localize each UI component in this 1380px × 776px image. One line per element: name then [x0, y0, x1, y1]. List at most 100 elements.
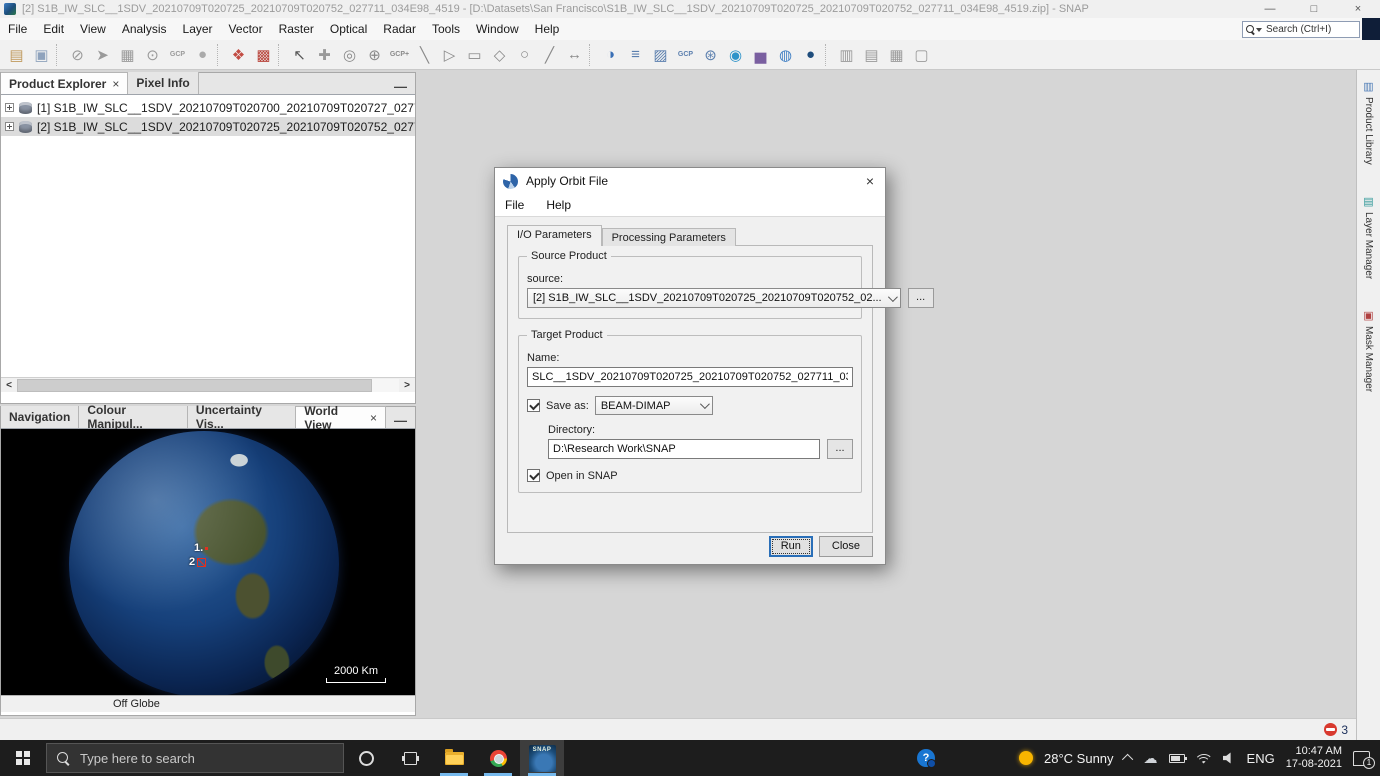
- geometry-overlay-icon[interactable]: ➤: [90, 43, 115, 67]
- product-library-tab[interactable]: ▥ Product Library: [1362, 80, 1375, 165]
- dialog-close-button[interactable]: ×: [855, 168, 885, 194]
- no-data-overlay-icon[interactable]: ⊘: [65, 43, 90, 67]
- scrollbar-thumb[interactable]: [17, 379, 372, 392]
- gcp-overlay-icon[interactable]: GCP: [165, 43, 190, 67]
- menu-item[interactable]: Tools: [424, 22, 468, 36]
- volume-icon[interactable]: [1223, 752, 1236, 764]
- wifi-icon[interactable]: [1196, 753, 1212, 764]
- save-as-checkbox[interactable]: [527, 399, 540, 412]
- expand-icon[interactable]: [5, 122, 14, 131]
- close-tab-icon[interactable]: ×: [370, 411, 377, 425]
- minimize-button[interactable]: —: [1248, 0, 1292, 18]
- tab-product-explorer[interactable]: Product Explorer ×: [1, 72, 128, 94]
- selection-tool-icon[interactable]: ↖: [287, 43, 312, 67]
- cortana-button[interactable]: [344, 740, 388, 776]
- scroll-left-icon[interactable]: <: [1, 380, 17, 391]
- histogram-icon[interactable]: ▅: [748, 43, 773, 67]
- tab-uncertainty-visualisation[interactable]: Uncertainty Vis...: [188, 406, 296, 428]
- ellipse-tool-icon[interactable]: ○: [512, 43, 537, 67]
- file-explorer-button[interactable]: [432, 740, 476, 776]
- run-button[interactable]: Run: [769, 536, 813, 557]
- mask-manager-icon[interactable]: ▨: [648, 43, 673, 67]
- pan-tool-icon[interactable]: ✚: [312, 43, 337, 67]
- menu-item[interactable]: Window: [468, 22, 527, 36]
- close-tab-icon[interactable]: ×: [112, 77, 119, 91]
- restore-button[interactable]: □: [1292, 0, 1336, 18]
- minimize-panel-button[interactable]: —: [386, 79, 415, 94]
- error-icon[interactable]: [1324, 723, 1337, 736]
- menu-item[interactable]: Optical: [322, 22, 375, 36]
- polygon-tool-icon[interactable]: ◇: [487, 43, 512, 67]
- menu-item[interactable]: Vector: [221, 22, 271, 36]
- dialog-title-bar[interactable]: Apply Orbit File ×: [495, 168, 885, 194]
- world-view-canvas[interactable]: 1. 2 2000 Km: [1, 429, 415, 695]
- directory-input[interactable]: [548, 439, 820, 459]
- rectangle-tool-icon[interactable]: ▭: [462, 43, 487, 67]
- menu-item[interactable]: Analysis: [114, 22, 175, 36]
- tile-single-icon[interactable]: ▢: [909, 43, 934, 67]
- graph-builder-icon[interactable]: ❖: [226, 43, 251, 67]
- ellipse-overlay-icon[interactable]: ●: [190, 43, 215, 67]
- tray-overflow-icon[interactable]: [1121, 754, 1132, 765]
- pin-placing-tool-icon[interactable]: ⊕: [362, 43, 387, 67]
- product-tree-item-1[interactable]: [1] S1B_IW_SLC__1SDV_20210709T020700_202…: [1, 98, 415, 117]
- dialog-close-action-button[interactable]: Close: [819, 536, 873, 557]
- weather-text[interactable]: 28°C Sunny: [1044, 751, 1114, 766]
- tab-world-view[interactable]: World View ×: [296, 406, 386, 428]
- measure-tool-icon[interactable]: ↔: [562, 43, 587, 67]
- dialog-menu-help[interactable]: Help: [546, 198, 571, 212]
- layer-manager-tab[interactable]: ▤ Layer Manager: [1362, 195, 1375, 279]
- language-indicator[interactable]: ENG: [1247, 751, 1275, 766]
- pin-manager-icon[interactable]: ⊛: [698, 43, 723, 67]
- action-center-icon[interactable]: 1: [1353, 751, 1370, 766]
- menu-item[interactable]: Help: [527, 22, 568, 36]
- product-library-icon[interactable]: ▣: [29, 43, 54, 67]
- pin-overlay-icon[interactable]: ⊙: [140, 43, 165, 67]
- expand-icon[interactable]: [5, 103, 14, 112]
- menu-item[interactable]: File: [0, 22, 35, 36]
- tile-horizontally-icon[interactable]: ▥: [834, 43, 859, 67]
- worldwind-view-icon[interactable]: ◍: [773, 43, 798, 67]
- polyline-tool-icon[interactable]: ▷: [437, 43, 462, 67]
- dialog-menu-file[interactable]: File: [505, 198, 524, 212]
- menu-item[interactable]: Radar: [375, 22, 424, 36]
- battery-icon[interactable]: [1169, 754, 1185, 763]
- eye-icon[interactable]: ◉: [723, 43, 748, 67]
- magic-wand-icon[interactable]: ╱: [537, 43, 562, 67]
- mask-manager-tab[interactable]: ▣ Mask Manager: [1362, 309, 1375, 392]
- gcp-placing-tool-icon[interactable]: GCP+: [387, 43, 412, 67]
- task-view-button[interactable]: [388, 740, 432, 776]
- open-in-snap-checkbox[interactable]: [527, 469, 540, 482]
- scrollbar-track[interactable]: [17, 379, 399, 392]
- batch-processing-icon[interactable]: ▩: [251, 43, 276, 67]
- open-product-icon[interactable]: ▤: [4, 43, 29, 67]
- tab-colour-manipulation[interactable]: Colour Manipul...: [79, 406, 188, 428]
- start-button[interactable]: [0, 740, 46, 776]
- colour-manipulation-icon[interactable]: ◑: [598, 43, 623, 67]
- quick-search-box[interactable]: Search (Ctrl+I): [1242, 21, 1360, 38]
- tab-processing-parameters[interactable]: Processing Parameters: [602, 228, 736, 246]
- tile-grid-icon[interactable]: ▦: [884, 43, 909, 67]
- tab-navigation[interactable]: Navigation: [1, 406, 79, 428]
- menu-item[interactable]: View: [72, 22, 114, 36]
- close-button[interactable]: ×: [1336, 0, 1380, 18]
- minimize-panel-button[interactable]: —: [386, 413, 415, 428]
- taskbar-clock[interactable]: 10:47 AM 17-08-2021: [1286, 745, 1342, 771]
- snap-taskbar-button[interactable]: SNAP: [520, 740, 564, 776]
- get-help-icon[interactable]: ?: [917, 749, 935, 767]
- menu-item[interactable]: Raster: [271, 22, 322, 36]
- horizontal-scrollbar[interactable]: < >: [1, 377, 415, 392]
- tile-vertically-icon[interactable]: ▤: [859, 43, 884, 67]
- line-tool-icon[interactable]: ╲: [412, 43, 437, 67]
- taskbar-search-box[interactable]: Type here to search: [46, 743, 344, 773]
- directory-browse-button[interactable]: ...: [827, 439, 853, 459]
- graticule-overlay-icon[interactable]: ▦: [115, 43, 140, 67]
- product-tree-item-2[interactable]: [2] S1B_IW_SLC__1SDV_20210709T020725_202…: [1, 117, 415, 136]
- format-combo[interactable]: BEAM-DIMAP: [595, 396, 713, 415]
- onedrive-cloud-icon[interactable]: ☁: [1144, 751, 1158, 765]
- gcp-manager-icon[interactable]: GCP: [673, 43, 698, 67]
- scroll-right-icon[interactable]: >: [399, 380, 415, 391]
- target-name-input[interactable]: [527, 367, 853, 387]
- menu-item[interactable]: Edit: [35, 22, 72, 36]
- menu-item[interactable]: Layer: [175, 22, 221, 36]
